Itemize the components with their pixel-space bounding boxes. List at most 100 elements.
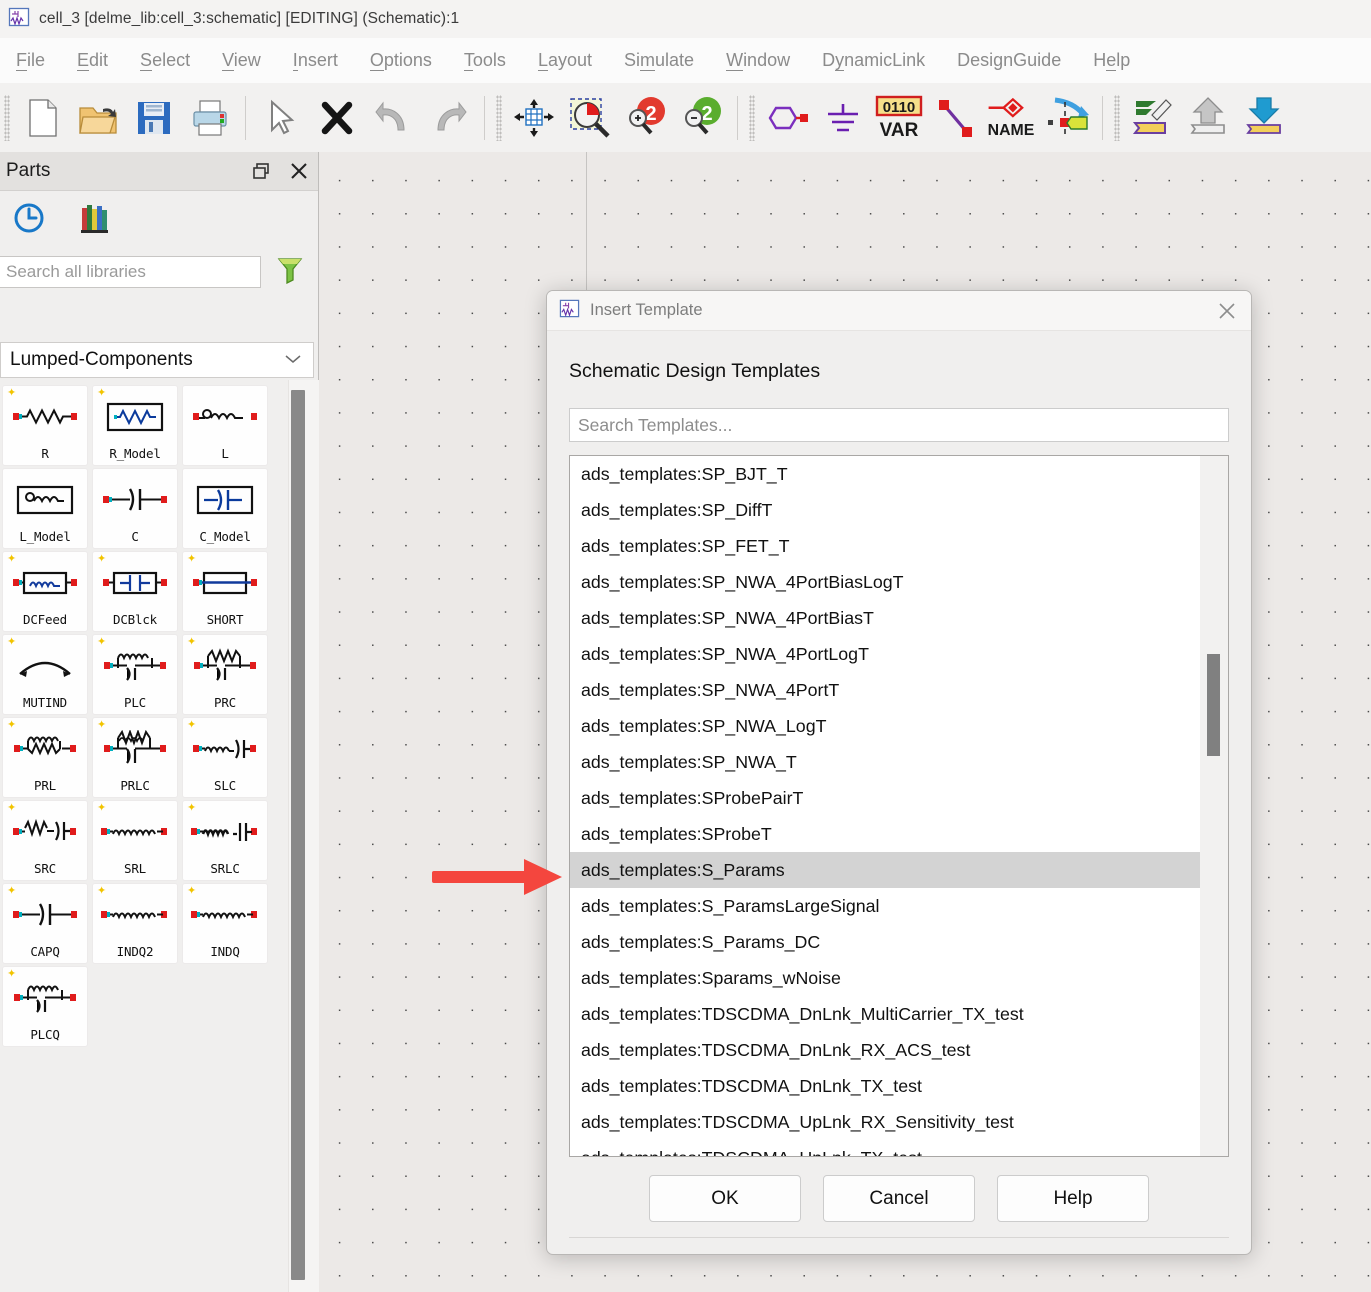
menu-item-window[interactable]: Window (710, 50, 806, 71)
parts-scrollbar[interactable] (288, 380, 319, 1292)
menu-item-insert[interactable]: Insert (277, 50, 354, 71)
part-item[interactable]: L (182, 385, 268, 466)
part-item[interactable]: ✦ INDQ2 (92, 883, 178, 964)
ok-button[interactable]: OK (649, 1175, 801, 1222)
template-list-scrollbar-thumb[interactable] (1207, 654, 1220, 756)
open-folder-icon[interactable] (70, 90, 126, 146)
menu-item-edit[interactable]: Edit (61, 50, 124, 71)
menu-item-help[interactable]: Help (1077, 50, 1146, 71)
template-list-item[interactable]: ads_templates:SP_NWA_4PortT (570, 672, 1200, 708)
template-list-item[interactable]: ads_templates:TDSCDMA_UpLnk_RX_Sensitivi… (570, 1104, 1200, 1140)
search-input[interactable]: Search all libraries (0, 256, 261, 288)
redo-icon[interactable] (421, 90, 477, 146)
part-item[interactable]: ✦ SRL (92, 800, 178, 881)
part-item[interactable]: ✦ PRL (2, 717, 88, 798)
part-item[interactable]: ✦ PLC (92, 634, 178, 715)
part-item[interactable]: ✦ CAPQ (2, 883, 88, 964)
new-file-icon[interactable] (14, 90, 70, 146)
template-list-item[interactable]: ads_templates:SP_NWA_4PortLogT (570, 636, 1200, 672)
template-list-item[interactable]: ads_templates:SP_DiffT (570, 492, 1200, 528)
menu-item-designguide[interactable]: DesignGuide (941, 50, 1077, 71)
template-list-item[interactable]: ads_templates:TDSCDMA_DnLnk_RX_ACS_test (570, 1032, 1200, 1068)
template-list-item[interactable]: ads_templates:Sparams_wNoise (570, 960, 1200, 996)
part-item[interactable]: C_Model (182, 468, 268, 549)
undo-icon[interactable] (365, 90, 421, 146)
parts-grid[interactable]: ✦ R ✦ R_Model L L_Model C C_Model ✦ DCFeed… (0, 380, 288, 1292)
save-icon[interactable] (126, 90, 182, 146)
zoom-area-icon[interactable] (562, 90, 618, 146)
template-list-item[interactable]: ads_templates:SP_NWA_4PortBiasLogT (570, 564, 1200, 600)
ground-icon[interactable] (815, 90, 871, 146)
template-list-item[interactable]: ads_templates:TDSCDMA_DnLnk_MultiCarrier… (570, 996, 1200, 1032)
template-list-item[interactable]: ads_templates:SProbeT (570, 816, 1200, 852)
part-item[interactable]: ✦ R (2, 385, 88, 466)
template-list-item[interactable]: ads_templates:SP_FET_T (570, 528, 1200, 564)
toolbar-grip[interactable] (1114, 94, 1120, 141)
help-button[interactable]: Help (997, 1175, 1149, 1222)
part-item[interactable]: ✦ DCFeed (2, 551, 88, 632)
part-item[interactable]: ✦ PRLC (92, 717, 178, 798)
menu-item-layout[interactable]: Layout (522, 50, 608, 71)
part-item[interactable]: ✦ R_Model (92, 385, 178, 466)
menu-item-file[interactable]: File (0, 50, 61, 71)
part-item[interactable]: ✦ SLC (182, 717, 268, 798)
select-arrow-icon[interactable] (253, 90, 309, 146)
part-label: SRLC (210, 860, 240, 876)
part-item[interactable]: ✦ INDQ (182, 883, 268, 964)
parts-scrollbar-thumb[interactable] (291, 390, 305, 1280)
part-item[interactable]: C (92, 468, 178, 549)
part-item[interactable]: ✦ DCBlck (92, 551, 178, 632)
cancel-button[interactable]: Cancel (823, 1175, 975, 1222)
menu-item-tools[interactable]: Tools (448, 50, 522, 71)
toolbar-grip[interactable] (749, 94, 755, 141)
part-item[interactable]: ✦ PLCQ (2, 966, 88, 1047)
menu-item-dynamiclink[interactable]: DynamicLink (806, 50, 941, 71)
template-list-item-selected[interactable]: ads_templates:S_Params (570, 852, 1200, 888)
template-list-item[interactable]: ads_templates:SP_BJT_T (570, 456, 1200, 492)
menu-item-options[interactable]: Options (354, 50, 448, 71)
template-list-item[interactable]: ads_templates:TDSCDMA_DnLnk_TX_test (570, 1068, 1200, 1104)
template-list-item[interactable]: ads_templates:SProbePairT (570, 780, 1200, 816)
template-list-item[interactable]: ads_templates:SP_NWA_LogT (570, 708, 1200, 744)
restore-window-icon[interactable] (242, 152, 280, 190)
part-item[interactable]: ✦ SRC (2, 800, 88, 881)
part-item[interactable]: ✦ SRLC (182, 800, 268, 881)
name-wire-icon[interactable]: NAME (983, 90, 1039, 146)
template-search-input[interactable]: Search Templates... (569, 408, 1229, 442)
category-dropdown[interactable]: Lumped-Components (0, 342, 314, 378)
clock-history-icon[interactable] (12, 201, 46, 240)
close-icon[interactable] (280, 152, 318, 190)
template-list-item[interactable]: ads_templates:S_Params_DC (570, 924, 1200, 960)
funnel-filter-icon[interactable] (277, 256, 303, 289)
template-list-item[interactable]: ads_templates:S_ParamsLargeSignal (570, 888, 1200, 924)
part-item[interactable]: ✦ MUTIND (2, 634, 88, 715)
close-icon[interactable] (1203, 291, 1251, 330)
menu-item-select[interactable]: Select (124, 50, 206, 71)
library-books-icon[interactable] (78, 201, 112, 240)
edit-layout-icon[interactable] (1124, 90, 1180, 146)
pull-down-icon[interactable] (1236, 90, 1292, 146)
template-list[interactable]: ads_templates:SP_BJT_T ads_templates:SP_D… (569, 455, 1229, 1157)
pan-move-icon[interactable] (506, 90, 562, 146)
toolbar-grip[interactable] (496, 94, 502, 141)
port-icon[interactable] (759, 90, 815, 146)
wire-label-icon[interactable] (1039, 90, 1095, 146)
push-up-icon[interactable] (1180, 90, 1236, 146)
zoom-in-icon[interactable]: 2 (618, 90, 674, 146)
menu-item-view[interactable]: View (206, 50, 277, 71)
menu-item-simulate[interactable]: Simulate (608, 50, 710, 71)
part-item[interactable]: ✦ PRC (182, 634, 268, 715)
template-list-item[interactable]: ads_templates:SP_NWA_4PortBiasT (570, 600, 1200, 636)
var-icon[interactable]: 0110 VAR (871, 90, 927, 146)
template-list-item[interactable]: ads_templates:SP_NWA_T (570, 744, 1200, 780)
template-list-item[interactable]: ads_templates:TDSCDMA_UpLnk_TX_test (570, 1140, 1200, 1156)
part-item[interactable]: ✦ SHORT (182, 551, 268, 632)
toolbar-grip[interactable] (4, 94, 10, 141)
zoom-out-icon[interactable]: 2 (674, 90, 730, 146)
template-list-scrollbar[interactable] (1200, 456, 1228, 1156)
print-icon[interactable] (182, 90, 238, 146)
wire-icon[interactable] (927, 90, 983, 146)
part-label: L_Model (19, 528, 71, 544)
delete-x-icon[interactable] (309, 90, 365, 146)
part-item[interactable]: L_Model (2, 468, 88, 549)
